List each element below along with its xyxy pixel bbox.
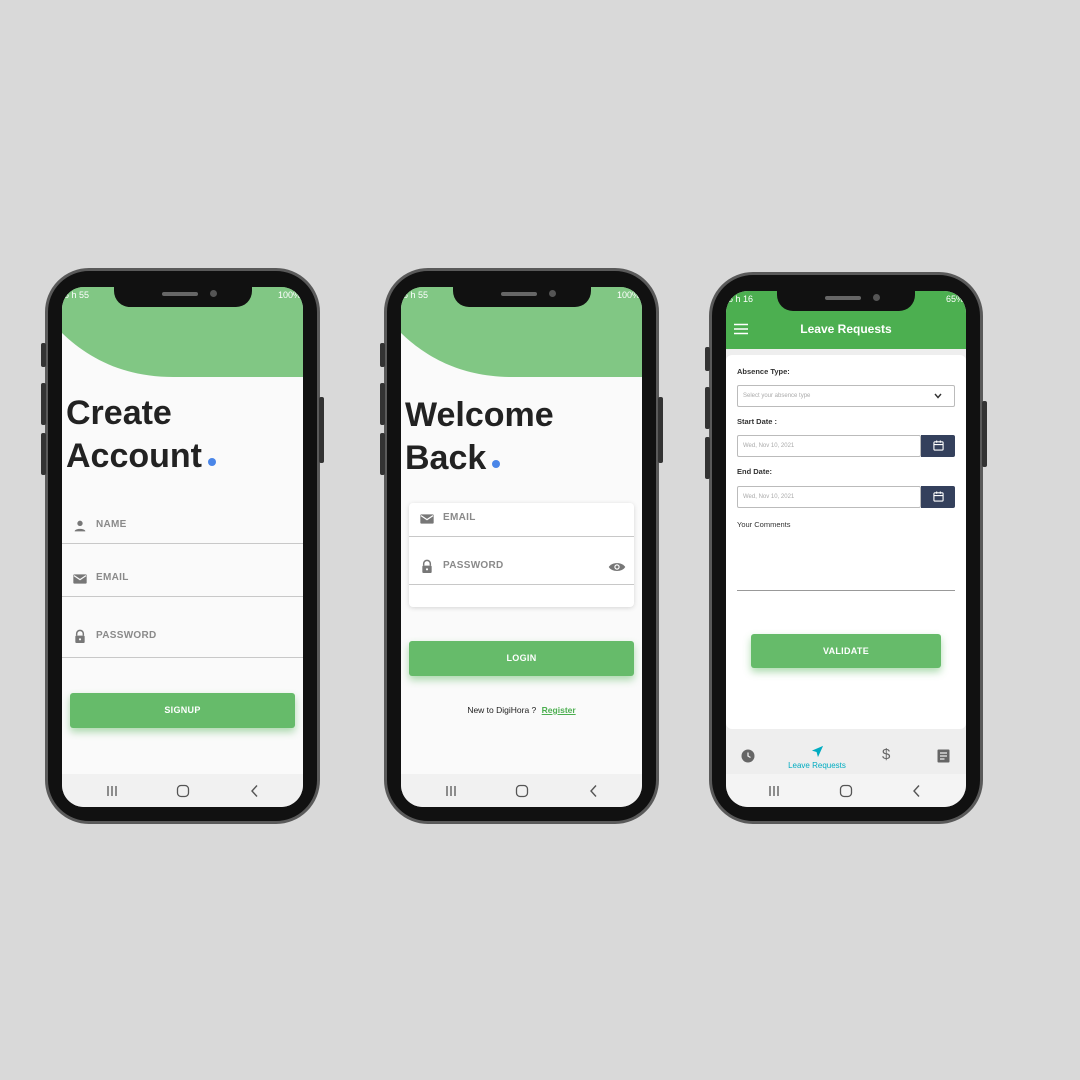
side-button [41, 383, 46, 425]
notch [777, 291, 915, 311]
calendar-icon [933, 491, 944, 502]
side-button [982, 401, 987, 467]
comments-textarea[interactable] [737, 531, 955, 591]
mail-icon [73, 574, 87, 584]
email-field[interactable]: EMAIL [409, 503, 634, 537]
calendar-icon [933, 440, 944, 451]
recent-apps-icon[interactable] [443, 783, 459, 799]
password-field[interactable]: PASSWORD [62, 621, 303, 658]
absence-type-placeholder: Select your absence type [743, 393, 811, 399]
document-icon[interactable] [937, 749, 950, 763]
android-nav-bar [62, 774, 303, 807]
back-icon[interactable] [909, 783, 925, 799]
side-button [380, 343, 385, 367]
back-icon[interactable] [586, 783, 602, 799]
title-line-2: Account [66, 437, 202, 475]
home-icon[interactable] [838, 783, 854, 799]
lock-icon [75, 629, 85, 643]
page-title: Create Account [66, 392, 216, 478]
home-icon[interactable] [514, 783, 530, 799]
side-button [705, 387, 710, 429]
signup-button[interactable]: SIGNUP [70, 693, 295, 728]
phone-login: 6 h 55 100% Welcome Back EMAIL PASSWORD … [380, 268, 663, 824]
title-line-1: Welcome [405, 396, 554, 434]
dollar-icon[interactable]: $ [882, 746, 890, 763]
status-time: 6 h 16 [728, 294, 754, 304]
header-title: Leave Requests [800, 322, 892, 336]
validate-button[interactable]: VALIDATE [751, 634, 941, 668]
side-button [380, 383, 385, 425]
send-icon [811, 745, 823, 758]
password-field[interactable]: PASSWORD [409, 551, 634, 585]
leave-requests-screen: 6 h 16 65% Leave Requests Absence Type: … [726, 291, 966, 807]
status-battery: 100% [616, 290, 640, 300]
start-date-calendar-button[interactable] [921, 435, 955, 457]
register-link[interactable]: Register [542, 705, 576, 715]
status-battery: 100% [277, 290, 301, 300]
title-line-2: Back [405, 439, 487, 477]
name-field[interactable]: NAME [62, 510, 303, 544]
notch [113, 287, 252, 307]
recent-apps-icon[interactable] [104, 783, 120, 799]
start-date-input[interactable]: Wed, Nov 10, 2021 [737, 435, 921, 457]
side-button [319, 397, 324, 463]
phone-leave-requests: 6 h 16 65% Leave Requests Absence Type: … [705, 272, 987, 824]
mail-icon [420, 514, 434, 524]
eye-icon[interactable] [608, 559, 626, 575]
person-icon [74, 520, 86, 532]
title-line-1: Create [66, 394, 172, 432]
side-button [705, 347, 710, 371]
leave-form: Absence Type: Select your absence type S… [726, 355, 966, 729]
email-field-label: EMAIL [443, 512, 476, 523]
status-time: 6 h 55 [64, 290, 90, 300]
accent-dot [492, 460, 501, 468]
accent-dot [208, 458, 216, 466]
side-button [41, 343, 46, 367]
lock-icon [422, 559, 432, 573]
signup-screen: 6 h 55 100% Create Account NAME EMAIL PA… [62, 287, 303, 807]
comments-label: Your Comments [737, 520, 791, 529]
login-screen: 6 h 55 100% Welcome Back EMAIL PASSWORD … [401, 287, 642, 807]
side-button [705, 437, 710, 479]
password-field-label: PASSWORD [96, 630, 157, 641]
absence-type-label: Absence Type: [737, 367, 790, 376]
page-title: Welcome Back [405, 394, 554, 480]
recent-apps-icon[interactable] [766, 783, 782, 799]
register-row: New to DigiHora ? Register [401, 705, 642, 715]
end-date-input[interactable]: Wed, Nov 10, 2021 [737, 486, 921, 508]
register-prompt: New to DigiHora ? [467, 705, 537, 715]
start-date-label: Start Date : [737, 417, 778, 426]
android-nav-bar [726, 774, 966, 807]
end-date-label: End Date: [737, 467, 773, 476]
login-button[interactable]: LOGIN [409, 641, 634, 676]
android-nav-bar [401, 774, 642, 807]
absence-type-select[interactable]: Select your absence type [737, 385, 955, 407]
email-field[interactable]: EMAIL [62, 563, 303, 597]
clock-icon[interactable] [741, 749, 755, 763]
home-icon[interactable] [175, 783, 191, 799]
tab-leave-requests-label: Leave Requests [788, 761, 846, 770]
side-button [658, 397, 663, 463]
status-time: 6 h 55 [403, 290, 429, 300]
status-battery: 65% [945, 294, 964, 304]
notch [452, 287, 591, 307]
phone-signup: 6 h 55 100% Create Account NAME EMAIL PA… [41, 268, 324, 824]
back-icon[interactable] [247, 783, 263, 799]
side-button [380, 433, 385, 475]
end-date-calendar-button[interactable] [921, 486, 955, 508]
name-field-label: NAME [96, 519, 127, 530]
email-field-label: EMAIL [96, 572, 129, 583]
tab-leave-requests[interactable]: Leave Requests [781, 745, 853, 770]
side-button [41, 433, 46, 475]
password-field-label: PASSWORD [443, 560, 504, 571]
chevron-down-icon [934, 393, 942, 399]
